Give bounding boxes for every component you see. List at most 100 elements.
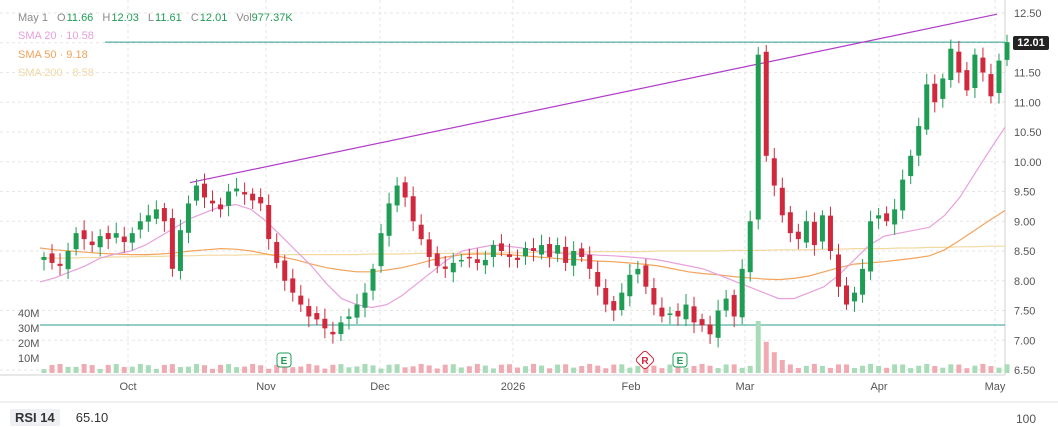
- volume-bar: [603, 368, 609, 373]
- candle-body: [611, 301, 617, 311]
- volume-bar: [474, 363, 480, 373]
- volume-bar: [956, 364, 962, 373]
- candle-body: [226, 191, 232, 206]
- x-tick-label: 2026: [501, 381, 525, 393]
- y-tick-label: 11.00: [1014, 97, 1041, 109]
- volume-bar: [1004, 364, 1010, 373]
- event-marker-e[interactable]: E: [672, 352, 688, 368]
- candle-body: [482, 259, 488, 266]
- volume-bar: [362, 363, 368, 373]
- candle-body: [121, 236, 127, 243]
- candle-body: [651, 288, 657, 305]
- candle-body: [41, 256, 47, 260]
- volume-bar: [137, 363, 143, 373]
- candle-body: [595, 271, 601, 287]
- volume-bar: [627, 367, 633, 373]
- candle-body: [739, 268, 745, 318]
- volume-bar: [113, 364, 119, 373]
- candle-body: [274, 242, 280, 263]
- candle-body: [266, 205, 272, 240]
- event-marker-e[interactable]: E: [276, 352, 292, 368]
- volume-tick-label: 30M: [18, 323, 39, 335]
- candle-body: [458, 259, 464, 262]
- rsi-panel[interactable]: RSI 14 65.10: [10, 409, 108, 426]
- candle-body: [555, 245, 561, 254]
- candle-body: [442, 266, 448, 269]
- event-marker-label: R: [641, 356, 649, 367]
- volume-bar: [394, 364, 400, 373]
- volume-bar: [65, 366, 71, 373]
- volume-bar: [811, 363, 817, 373]
- volume-bar: [587, 363, 593, 373]
- volume-bar: [884, 367, 890, 373]
- candle-body: [218, 204, 224, 210]
- candle-body: [81, 230, 87, 240]
- volume-tick-label: 40M: [18, 308, 39, 320]
- candle-body: [298, 295, 304, 305]
- candle-body: [113, 233, 119, 238]
- y-tick-label: 7.50: [1014, 306, 1035, 318]
- volume-bar: [218, 364, 224, 373]
- volume-bar: [185, 366, 191, 373]
- volume-bar: [514, 367, 520, 373]
- candle-body: [811, 221, 817, 246]
- candle-body: [410, 196, 416, 222]
- volume-bar: [322, 368, 328, 373]
- volume-bar: [948, 364, 954, 373]
- candle-body: [434, 253, 440, 266]
- candle-body: [250, 193, 256, 201]
- y-tick-label: 10.50: [1014, 127, 1042, 139]
- candle-body: [908, 155, 914, 177]
- volume-bar: [202, 365, 207, 373]
- volume-bar: [258, 365, 264, 373]
- y-tick-label: 8.50: [1014, 246, 1035, 258]
- y-tick-label: 11.50: [1014, 68, 1041, 80]
- volume-bar: [707, 365, 713, 373]
- volume-bar: [523, 366, 528, 373]
- candle-body: [579, 248, 585, 257]
- candle-body: [795, 231, 801, 240]
- candle-body: [418, 224, 424, 240]
- candle-body: [370, 268, 376, 291]
- candle-body: [932, 83, 938, 103]
- volume-bar: [779, 360, 785, 373]
- x-tick-label: May: [985, 381, 1006, 393]
- volume-bar: [97, 369, 103, 373]
- candle-body: [988, 74, 994, 97]
- candle-body: [234, 188, 240, 192]
- candle-body: [972, 54, 978, 88]
- volume-bar: [683, 367, 689, 373]
- volume-bar: [81, 364, 87, 373]
- candle-body: [490, 245, 496, 258]
- volume-bar: [819, 365, 825, 373]
- candle-body: [643, 265, 649, 287]
- volume-bar: [73, 366, 79, 373]
- candle-body: [715, 310, 721, 338]
- price-chart[interactable]: 12.5012.0011.5011.0010.5010.009.509.008.…: [0, 0, 1058, 427]
- candle-body: [169, 218, 175, 269]
- candle-body: [202, 183, 207, 198]
- volume-bar: [266, 368, 272, 373]
- volume-bar: [410, 366, 416, 373]
- candle-body: [161, 208, 167, 222]
- candle-body: [755, 54, 761, 220]
- volume-bar: [900, 364, 906, 373]
- candle-body: [386, 203, 392, 236]
- volume-bar: [579, 366, 585, 373]
- event-marker-label: E: [677, 356, 684, 367]
- volume-bar: [346, 367, 352, 373]
- candle-body: [1004, 42, 1010, 60]
- candle-body: [378, 233, 384, 267]
- volume-bar: [988, 366, 994, 373]
- volume-bar: [571, 367, 577, 373]
- volume-bar: [434, 368, 440, 373]
- candle-body: [523, 248, 528, 257]
- volume-bar: [506, 364, 512, 373]
- candle-body: [844, 285, 849, 305]
- volume-bar: [964, 368, 970, 373]
- candle-body: [691, 306, 697, 323]
- candle-body: [474, 259, 480, 263]
- candle-body: [210, 200, 216, 204]
- candle-body: [153, 209, 159, 219]
- volume-bar: [659, 368, 665, 373]
